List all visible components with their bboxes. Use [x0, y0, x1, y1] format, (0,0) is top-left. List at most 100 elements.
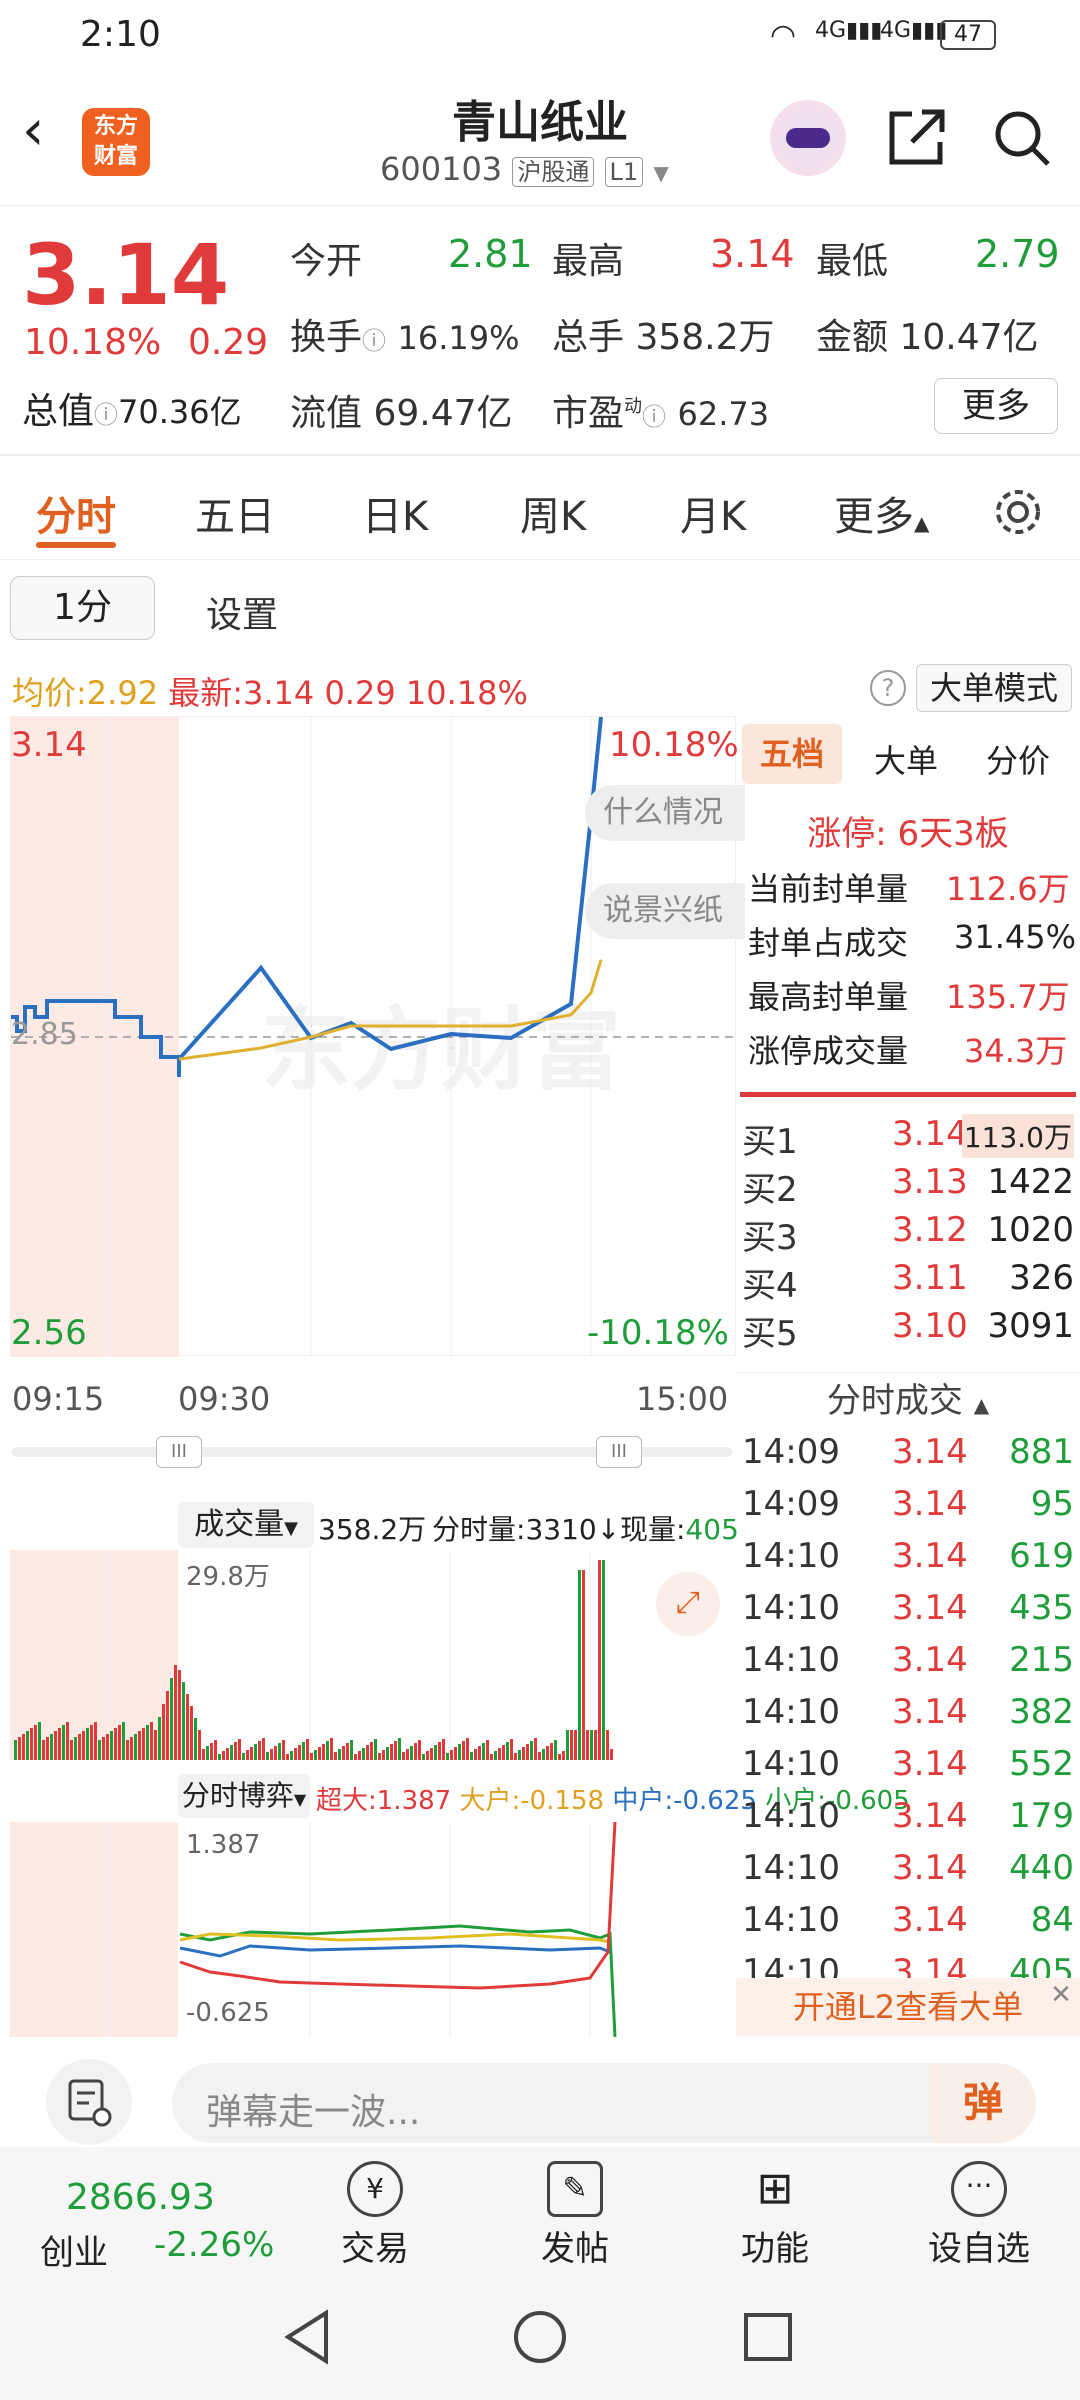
chevron-down-icon[interactable]: ▼ — [653, 161, 668, 185]
info-icon[interactable]: ⓘ — [642, 403, 666, 431]
limit-vol-value: 34.3万 — [964, 1032, 1068, 1070]
danmu-send-button[interactable]: 弹 — [930, 2063, 1036, 2143]
quote-panel: 3.14 10.18% 0.29 总值ⓘ70.36亿 今开 2.81 最高 3.… — [0, 206, 1080, 456]
nav-post[interactable]: ✎ 发帖 — [500, 2157, 650, 2270]
volume: 总手 358.2万 — [552, 308, 775, 360]
avg-point — [570, 1014, 572, 1016]
index-value: 2866.93 — [66, 2177, 215, 2218]
volume-bar — [526, 1744, 529, 1760]
note-settings-icon[interactable] — [46, 2059, 132, 2145]
high-value: 3.14 — [710, 232, 795, 276]
mktcap: 总值ⓘ70.36亿 — [22, 382, 242, 434]
bid-row[interactable]: 买5 3.10 3091 — [736, 1302, 1080, 1354]
nav-post-label: 发帖 — [541, 2229, 609, 2269]
volume-bar — [274, 1746, 277, 1760]
tab-weekly-k[interactable]: 周K — [520, 484, 586, 542]
tick-time: 14:10 — [742, 1588, 840, 1628]
tab-five-day[interactable]: 五日 — [195, 484, 275, 542]
interval-select[interactable]: 1分 — [10, 576, 155, 640]
caret-up-icon: ▲ — [973, 1393, 990, 1417]
volume-bar — [238, 1739, 241, 1760]
caret-down-icon: ▼ — [293, 1790, 307, 1809]
robot-assistant-icon[interactable] — [770, 100, 846, 176]
tab-intraday[interactable]: 分时 — [36, 484, 116, 542]
volume-selector[interactable]: 成交量▼ — [178, 1502, 314, 1548]
nav-add-watchlist[interactable]: ··· 设自选 — [904, 2157, 1054, 2270]
volume-bar — [114, 1728, 117, 1760]
index-ticker[interactable]: 2866.93 创业 -2.26% — [0, 2147, 300, 2279]
volume-bar — [378, 1753, 381, 1760]
pe-ratio: 市盈动ⓘ 62.73 — [552, 384, 769, 436]
close-icon[interactable]: ✕ — [1046, 1980, 1076, 2010]
brand-logo[interactable]: 东方 财富 — [82, 108, 150, 176]
volume-bar — [242, 1753, 245, 1760]
bid-row[interactable]: 买2 3.13 1422 — [736, 1158, 1080, 1210]
tab-more[interactable]: 更多▲ — [834, 484, 929, 542]
back-icon[interactable]: ‹ — [22, 98, 44, 163]
big-order-mode-button[interactable]: 大单模式 — [916, 664, 1072, 712]
avg-label: 均价: — [12, 674, 87, 712]
volume-bar — [374, 1739, 377, 1760]
volume-bar — [430, 1748, 433, 1760]
flow-chart[interactable]: 1.387 -0.625 — [10, 1822, 736, 2037]
edit-icon: ✎ — [547, 2161, 603, 2217]
volume-bar — [86, 1728, 89, 1760]
y-top-price: 3.14 — [11, 725, 87, 765]
intraday-chart[interactable]: 东方财富 3.14 2.56 2.85 10.18% -10.18% 什么情况 … — [10, 716, 745, 1357]
volume-bar — [286, 1754, 289, 1760]
volume-bar — [410, 1746, 413, 1760]
share-icon[interactable] — [886, 106, 948, 168]
tick-price: 3.14 — [892, 1692, 968, 1732]
info-icon[interactable]: ⓘ — [362, 327, 386, 355]
bid-row[interactable]: 买3 3.12 1020 — [736, 1206, 1080, 1258]
volume-bar — [538, 1752, 541, 1760]
nav-add-watchlist-label: 设自选 — [928, 2229, 1030, 2269]
tick-list: 14:09 3.14 881 14:09 3.14 95 14:10 3.14 619 14:10… — [736, 1428, 1080, 2000]
volume-bar — [142, 1728, 145, 1760]
volume-bar — [566, 1730, 569, 1760]
volume-bar — [166, 1691, 169, 1760]
volume-bar — [150, 1722, 153, 1760]
tick-volume: 95 — [1030, 1484, 1074, 1524]
help-icon[interactable]: ? — [870, 670, 906, 706]
danmu-bubble-2[interactable]: 说景兴纸 — [585, 883, 745, 939]
tab-price-dist[interactable]: 分价 — [986, 736, 1050, 782]
info-icon[interactable]: ⓘ — [94, 401, 118, 429]
range-handle-left[interactable]: III — [156, 1436, 202, 1468]
turnover-value: 16.19% — [397, 319, 520, 357]
index-pct: -2.26% — [154, 2225, 275, 2265]
danmu-bubble-1[interactable]: 什么情况 — [585, 785, 745, 841]
tab-monthly-k[interactable]: 月K — [680, 484, 746, 542]
tick-price: 3.14 — [892, 1796, 968, 1836]
tab-five-levels[interactable]: 五档 — [742, 724, 842, 784]
tick-price: 3.14 — [892, 1484, 968, 1524]
settings-link[interactable]: 设置 — [206, 586, 278, 638]
more-button[interactable]: 更多 — [934, 378, 1058, 434]
tick-price: 3.14 — [892, 1432, 968, 1472]
gear-icon[interactable] — [990, 484, 1046, 540]
bid-row[interactable]: 买1 3.14 113.0万 — [736, 1110, 1080, 1162]
recents-square-icon[interactable] — [742, 2311, 794, 2363]
status-bar: 2:10 ◠ 4G▮▮▮ 4G▮▮▮ 47 — [0, 0, 1080, 72]
home-circle-icon[interactable] — [512, 2309, 568, 2365]
nav-trade[interactable]: ¥ 交易 — [300, 2157, 450, 2270]
expand-icon[interactable]: ⤢ — [656, 1572, 720, 1636]
ticks-title[interactable]: 分时成交 ▲ — [736, 1372, 1080, 1428]
volume-bar — [370, 1742, 373, 1760]
search-icon[interactable] — [990, 106, 1054, 170]
volume-chart[interactable]: 29.8万 ⤢ — [10, 1550, 736, 1760]
volume-bar — [382, 1750, 385, 1760]
flow-selector-label: 分时博弈 — [181, 1779, 294, 1812]
bid-price: 3.10 — [892, 1306, 968, 1346]
l2-banner[interactable]: 开通L2查看大单 — [736, 1978, 1080, 2036]
flow-lines-svg — [109, 1822, 617, 2037]
tab-daily-k[interactable]: 日K — [362, 484, 428, 542]
nav-functions[interactable]: ⊞ 功能 — [700, 2157, 850, 2270]
range-handle-right[interactable]: III — [596, 1436, 642, 1468]
bid-list: 买1 3.14 113.0万 买2 3.13 1422 买3 3.12 1020 买4 3.11 32… — [736, 1110, 1080, 1358]
back-triangle-icon[interactable] — [282, 2309, 332, 2365]
tab-big-orders[interactable]: 大单 — [874, 736, 938, 782]
bid-row[interactable]: 买4 3.11 326 — [736, 1254, 1080, 1306]
flow-selector[interactable]: 分时博弈▼ — [178, 1774, 310, 1818]
danmu-input[interactable]: 弹幕走一波... — [172, 2063, 1036, 2143]
